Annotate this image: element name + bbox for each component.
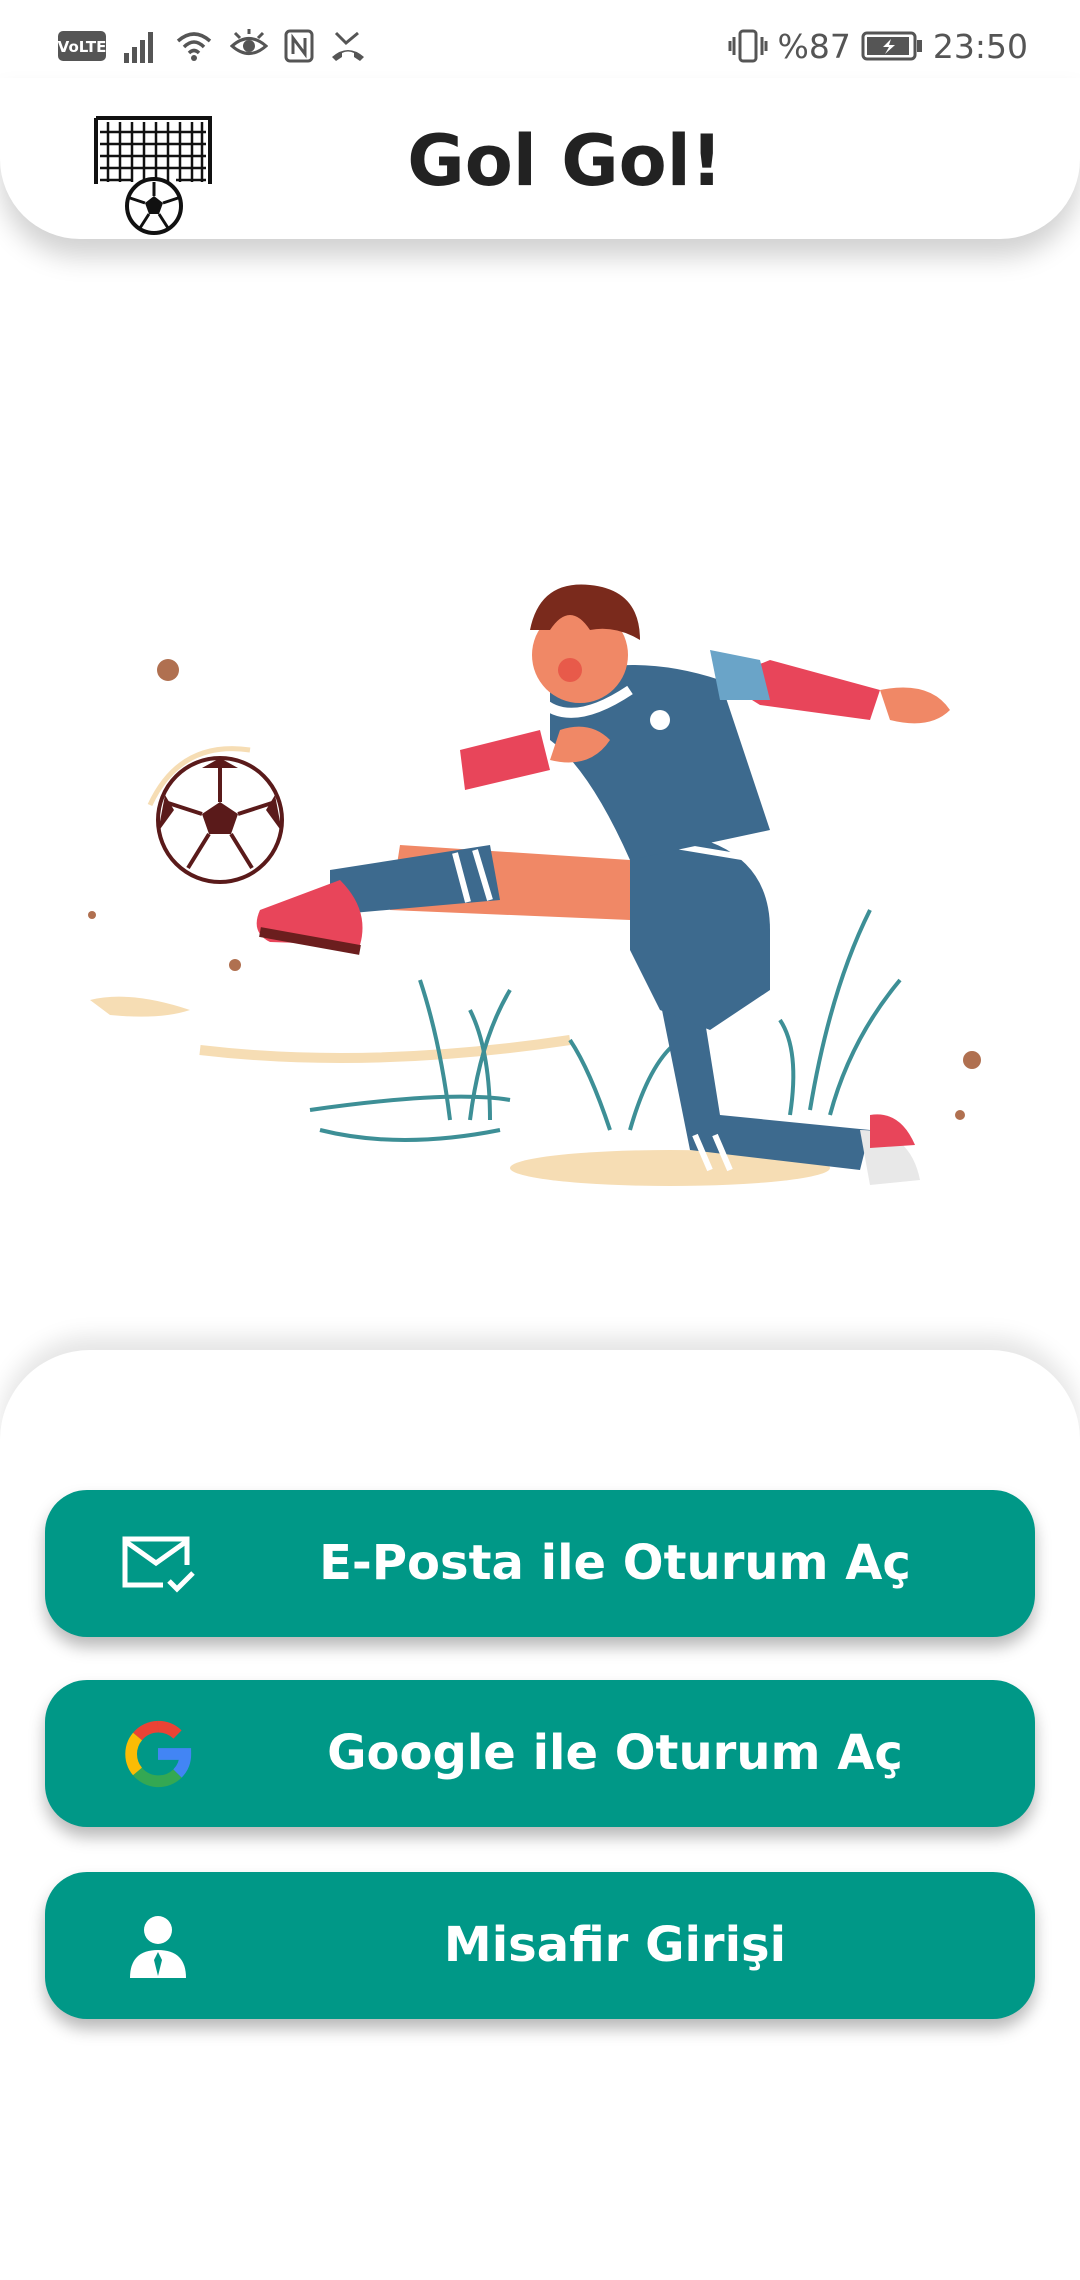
nfc-icon [284, 29, 314, 63]
eye-icon [230, 29, 268, 63]
app-title: Gol Gol! [407, 120, 723, 202]
status-bar-left: VoLTE [58, 26, 366, 66]
soccer-player-illustration [70, 570, 1010, 1230]
status-time: 23:50 [932, 26, 1028, 66]
battery-charging-icon [861, 30, 923, 62]
google-login-label: Google ile Oturum Aç [327, 1725, 903, 1781]
missed-call-icon [330, 29, 366, 63]
signal-icon [122, 29, 158, 63]
volte-icon: VoLTE [58, 31, 106, 61]
email-login-label: E-Posta ile Oturum Aç [319, 1535, 911, 1591]
mail-check-icon [119, 1525, 197, 1603]
battery-percent: %87 [777, 26, 851, 66]
guest-login-label: Misafir Girişi [443, 1917, 787, 1973]
google-login-button[interactable]: Google ile Oturum Aç [45, 1680, 1035, 1827]
vibrate-icon [728, 29, 768, 63]
google-g-icon [119, 1715, 197, 1793]
user-icon [119, 1907, 197, 1985]
status-bar-right: %87 23:50 [728, 26, 1028, 66]
svg-text:VoLTE: VoLTE [58, 38, 106, 56]
wifi-icon [174, 29, 214, 63]
status-bar: VoLTE %87 23:50 [0, 0, 1080, 90]
guest-login-button[interactable]: Misafir Girişi [45, 1872, 1035, 2019]
email-login-button[interactable]: E-Posta ile Oturum Aç [45, 1490, 1035, 1637]
